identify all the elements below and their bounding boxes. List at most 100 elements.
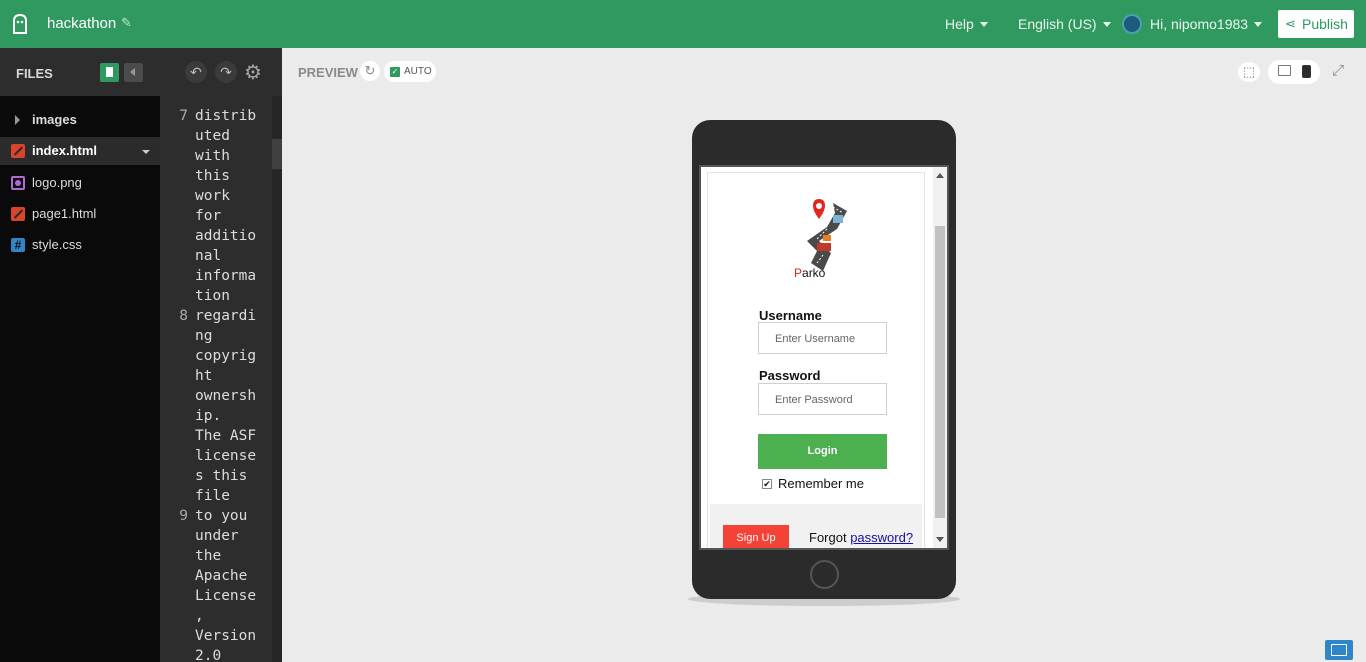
code-line[interactable]: ip. xyxy=(195,406,221,426)
remember-me[interactable]: ✔ Remember me xyxy=(762,476,864,491)
line-number xyxy=(174,366,188,386)
login-button[interactable]: Login xyxy=(758,434,887,469)
checkbox-checked-icon[interactable]: ✓ xyxy=(390,67,400,77)
file-item-images[interactable]: images xyxy=(0,106,160,134)
chevron-right-icon[interactable] xyxy=(15,115,20,125)
line-number xyxy=(174,326,188,346)
code-line[interactable]: regardi xyxy=(195,306,256,326)
desktop-view-icon[interactable] xyxy=(1278,65,1291,76)
auto-label: AUTO xyxy=(404,66,432,77)
forgot-password-link[interactable]: password? xyxy=(850,530,913,545)
fullscreen-icon[interactable]: ⤢ xyxy=(1332,62,1344,79)
file-label: index.html xyxy=(32,143,98,158)
file-item-page1-html[interactable]: page1.html xyxy=(0,200,160,228)
language-menu[interactable]: English (US) xyxy=(1018,16,1111,32)
remember-checkbox[interactable]: ✔ xyxy=(762,479,772,489)
brand-name: Parko xyxy=(794,266,825,280)
code-line[interactable]: nal xyxy=(195,246,221,266)
scroll-down-icon[interactable] xyxy=(936,537,944,542)
code-line[interactable]: work xyxy=(195,186,230,206)
login-card: Parko Username Enter Username Password E… xyxy=(707,172,925,548)
code-line[interactable]: 2.0 xyxy=(195,646,221,662)
collapse-panel-button[interactable] xyxy=(124,63,143,82)
code-line[interactable]: Version xyxy=(195,626,256,646)
project-name[interactable]: hackathon xyxy=(47,15,116,32)
code-line[interactable]: The ASF xyxy=(195,426,256,446)
publish-button[interactable]: ⋖ Publish xyxy=(1278,10,1354,38)
chevron-down-icon xyxy=(1254,22,1263,27)
code-line[interactable]: ng xyxy=(195,326,212,346)
inspect-icon[interactable]: ⬚ xyxy=(1238,62,1260,82)
file-label: images xyxy=(32,112,77,127)
code-line[interactable]: Apache xyxy=(195,566,247,586)
html-file-icon xyxy=(11,144,25,158)
app-logo-icon[interactable] xyxy=(10,13,30,35)
css-file-icon: # xyxy=(11,238,25,252)
line-number xyxy=(174,166,188,186)
auto-refresh-toggle[interactable]: ✓ AUTO xyxy=(384,61,436,82)
new-file-button[interactable] xyxy=(100,63,119,82)
brand-initial: P xyxy=(794,266,803,280)
username-input[interactable]: Enter Username xyxy=(758,322,887,354)
user-menu[interactable]: Hi, nipomo1983 xyxy=(1150,16,1263,32)
scrollbar-thumb[interactable] xyxy=(272,139,282,169)
code-line[interactable]: license xyxy=(195,446,256,466)
gear-icon[interactable]: ⚙ xyxy=(244,60,262,85)
password-input[interactable]: Enter Password xyxy=(758,383,887,415)
remember-label: Remember me xyxy=(778,476,864,491)
line-number xyxy=(174,146,188,166)
code-line[interactable]: for xyxy=(195,206,221,226)
code-line[interactable]: the xyxy=(195,546,221,566)
code-line[interactable]: with xyxy=(195,146,230,166)
line-number xyxy=(174,646,188,662)
line-number xyxy=(174,626,188,646)
preview-scrollbar[interactable] xyxy=(933,167,947,548)
scrollbar-thumb[interactable] xyxy=(935,226,945,518)
code-line[interactable]: tion xyxy=(195,286,230,306)
code-line[interactable]: informa xyxy=(195,266,256,286)
code-line[interactable]: file xyxy=(195,486,230,506)
avatar[interactable] xyxy=(1122,14,1142,34)
line-number xyxy=(174,346,188,366)
code-editor[interactable]: ↶ ↷ ⚙ 7 distrib uted with this work for additio… xyxy=(160,48,282,662)
publish-label: Publish xyxy=(1302,16,1348,32)
files-panel: FILES images index.html logo.png page1.h… xyxy=(0,48,160,662)
code-line[interactable]: under xyxy=(195,526,239,546)
files-title: FILES xyxy=(16,66,53,81)
user-greeting: Hi, nipomo1983 xyxy=(1150,16,1249,32)
signup-button[interactable]: Sign Up xyxy=(723,525,789,548)
code-line[interactable]: License xyxy=(195,586,256,606)
file-label: page1.html xyxy=(32,206,97,221)
code-line[interactable]: additio xyxy=(195,226,256,246)
file-item-style-css[interactable]: # style.css xyxy=(0,231,160,259)
line-number xyxy=(174,546,188,566)
line-number xyxy=(174,566,188,586)
file-item-logo-png[interactable]: logo.png xyxy=(0,169,160,197)
code-line[interactable]: ownersh xyxy=(195,386,256,406)
forgot-prefix: Forgot xyxy=(809,530,851,545)
code-line[interactable]: this xyxy=(195,166,230,186)
help-menu-label: Help xyxy=(945,16,974,32)
refresh-icon[interactable]: ↻ xyxy=(360,61,380,81)
code-line[interactable]: , xyxy=(195,606,204,626)
mobile-view-icon[interactable] xyxy=(1302,65,1311,78)
scroll-up-icon[interactable] xyxy=(936,173,944,178)
redo-button[interactable]: ↷ xyxy=(215,61,237,83)
file-item-index-html[interactable]: index.html xyxy=(0,137,160,165)
console-toggle-icon[interactable] xyxy=(1325,640,1353,660)
code-line[interactable]: ht xyxy=(195,366,212,386)
line-number xyxy=(174,606,188,626)
code-line[interactable]: copyrig xyxy=(195,346,256,366)
language-label: English (US) xyxy=(1018,16,1097,32)
line-number xyxy=(174,186,188,206)
chevron-down-icon[interactable] xyxy=(142,150,150,154)
edit-name-icon[interactable]: ✎ xyxy=(121,15,132,31)
preview-screen: Parko Username Enter Username Password E… xyxy=(699,165,949,550)
code-line[interactable]: s this xyxy=(195,466,247,486)
undo-button[interactable]: ↶ xyxy=(185,61,207,83)
help-menu[interactable]: Help xyxy=(945,16,988,32)
editor-scrollbar[interactable] xyxy=(272,96,282,662)
code-line[interactable]: uted xyxy=(195,126,230,146)
code-line[interactable]: distrib xyxy=(195,106,256,126)
code-line[interactable]: to you xyxy=(195,506,247,526)
